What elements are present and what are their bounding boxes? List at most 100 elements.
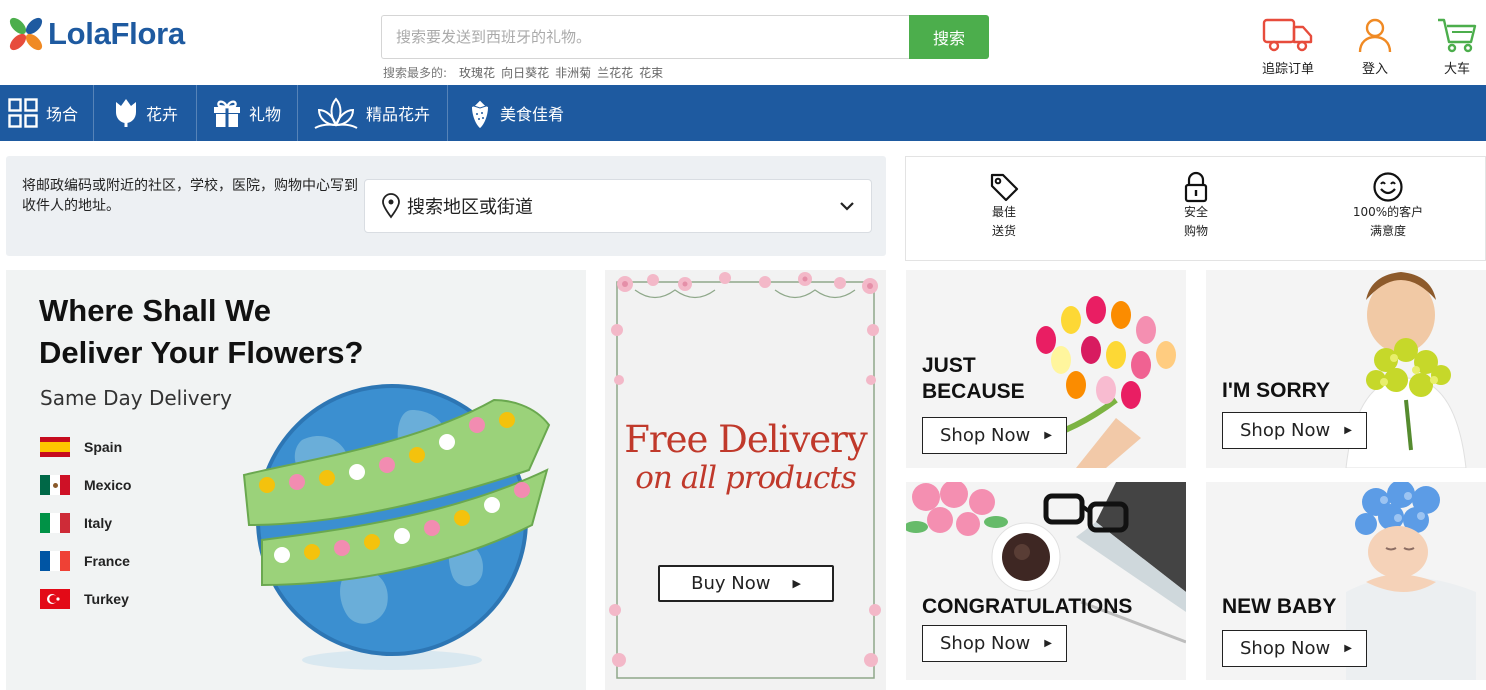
shop-now-label: Shop Now (940, 633, 1031, 654)
badge-line: 最佳 (991, 205, 1016, 219)
nav-item-gifts[interactable]: 礼物 (197, 85, 298, 141)
tile-new-baby[interactable]: NEW BABY Shop Now ▶ (1206, 482, 1486, 680)
tile-just-because[interactable]: JUST BECAUSE Shop Now ▶ (906, 270, 1186, 468)
badge-line: 100%的客户 (1352, 205, 1424, 219)
shop-now-label: Shop Now (940, 425, 1031, 446)
popular-link[interactable]: 向日葵花 (501, 64, 549, 81)
tile-title: I'M SORRY (1222, 379, 1331, 402)
country-label: Mexico (84, 477, 132, 493)
address-hint: 将邮政编码或附近的社区，学校，医院，购物中心写到收件人的地址。 (22, 178, 358, 214)
country-label: Turkey (84, 591, 129, 607)
country-label: Italy (84, 515, 113, 531)
track-order-button[interactable]: 追踪订单 (1262, 16, 1314, 77)
banner-subtitle: Same Day Delivery (40, 386, 232, 410)
nav-item-occasions[interactable]: 场合 (0, 85, 94, 141)
banner-title: Where Shall We Deliver Your Flowers? (39, 290, 363, 374)
popular-link[interactable]: 玫瑰花 (459, 64, 495, 81)
smiley-icon (1373, 172, 1403, 202)
strawberry-icon (472, 99, 488, 128)
shop-now-label: Shop Now (1240, 420, 1331, 441)
country-label: France (84, 553, 130, 569)
shop-now-button[interactable]: Shop Now ▶ (922, 625, 1067, 662)
play-arrow-icon: ▶ (792, 577, 801, 590)
lotus-icon (314, 97, 358, 129)
spain-flag-icon (40, 437, 70, 457)
main-nav: 场合 花卉 礼物 精品花卉 美食佳肴 (0, 85, 1486, 141)
nav-label: 礼物 (249, 105, 282, 124)
free-delivery-banner[interactable]: Free Delivery on all products Buy Now ▶ (605, 270, 886, 690)
track-order-label: 追踪订单 (1262, 62, 1315, 77)
shop-now-button[interactable]: Shop Now ▶ (1222, 412, 1367, 449)
login-label: 登入 (1361, 62, 1388, 77)
nav-label: 美食佳肴 (500, 105, 565, 124)
free-delivery-title: Free Delivery (624, 418, 868, 461)
grid-icon (8, 98, 38, 128)
logo[interactable]: LolaFlora (6, 14, 185, 54)
shop-now-button[interactable]: Shop Now ▶ (1222, 630, 1367, 667)
tile-im-sorry[interactable]: I'M SORRY Shop Now ▶ (1206, 270, 1486, 468)
trust-badges: 最佳 送货 安全 购物 100%的客户 满意度 (905, 156, 1486, 261)
nav-item-premium-flowers[interactable]: 精品花卉 (298, 85, 448, 141)
gift-icon (214, 100, 240, 127)
popular-link[interactable]: 花束 (639, 64, 663, 81)
location-pin-icon (382, 193, 400, 219)
country-italy: Italy (40, 513, 112, 533)
login-button[interactable]: 登入 (1356, 16, 1394, 77)
nav-label: 花卉 (146, 105, 179, 124)
free-delivery-subtitle: on all products (635, 460, 857, 496)
tile-title: NEW BABY (1222, 595, 1337, 618)
nav-item-flowers[interactable]: 花卉 (94, 85, 197, 141)
play-arrow-icon: ▶ (1344, 425, 1352, 436)
tile-congratulations[interactable]: CONGRATULATIONS Shop Now ▶ (906, 482, 1186, 680)
mexico-flag-icon (40, 475, 70, 495)
user-icon (1358, 18, 1392, 53)
search-bar: 搜索 (381, 15, 989, 59)
badge-line: 满意度 (1369, 224, 1406, 238)
popular-searches: 搜索最多的: 玫瑰花 向日葵花 非洲菊 兰花花 花束 (383, 64, 663, 81)
shop-now-button[interactable]: Shop Now ▶ (922, 417, 1067, 454)
play-arrow-icon: ▶ (1044, 638, 1052, 649)
tile-title-line: BECAUSE (922, 380, 1025, 403)
tile-title: CONGRATULATIONS (922, 595, 1133, 618)
play-arrow-icon: ▶ (1344, 643, 1352, 654)
search-button[interactable]: 搜索 (909, 15, 989, 59)
address-search-panel: 将邮政编码或附近的社区，学校，医院，购物中心写到收件人的地址。 搜索地区或街道 (6, 156, 886, 256)
lock-icon (1184, 171, 1208, 203)
nav-label: 场合 (46, 105, 79, 124)
popular-link[interactable]: 非洲菊 (555, 64, 591, 81)
search-input[interactable] (381, 15, 909, 59)
logo-icon (9, 17, 43, 51)
cart-button[interactable]: 大车 (1436, 16, 1478, 77)
turkey-flag-icon (40, 589, 70, 609)
nav-label: 精品花卉 (366, 105, 431, 124)
tulip-icon (116, 99, 136, 127)
address-select[interactable]: 搜索地区或街道 (364, 179, 872, 233)
badge-best-delivery: 最佳 送货 (944, 171, 1064, 241)
popular-link[interactable]: 兰花花 (597, 64, 633, 81)
tile-title: JUST BECAUSE (922, 353, 1025, 405)
badge-satisfaction: 100%的客户 满意度 (1328, 171, 1448, 241)
delivery-countries-banner[interactable]: Where Shall We Deliver Your Flowers? Sam… (6, 270, 586, 690)
badge-secure-shopping: 安全 购物 (1136, 171, 1256, 241)
play-arrow-icon: ▶ (1044, 430, 1052, 441)
badge-line: 购物 (1183, 224, 1208, 238)
tag-icon (990, 173, 1019, 202)
banner-title-line: Deliver Your Flowers? (39, 335, 364, 370)
chevron-down-icon (840, 202, 854, 211)
shop-now-label: Shop Now (1240, 638, 1331, 659)
globe-illustration (242, 384, 551, 670)
country-turkey: Turkey (40, 589, 129, 609)
popular-label: 搜索最多的: (383, 66, 448, 80)
nav-item-gourmet[interactable]: 美食佳肴 (448, 85, 582, 141)
country-label: Spain (84, 439, 123, 455)
buy-now-label: Buy Now (691, 573, 771, 594)
country-spain: Spain (40, 437, 122, 457)
logo-text: LolaFlora (48, 16, 185, 51)
tile-title-line: JUST (922, 354, 976, 377)
buy-now-button[interactable]: Buy Now ▶ (658, 565, 834, 602)
address-select-label: 搜索地区或街道 (407, 197, 533, 218)
site-header: LolaFlora 搜索 搜索最多的: 玫瑰花 向日葵花 非洲菊 兰花花 花束 … (0, 0, 1486, 85)
banner-title-line: Where Shall We (39, 293, 271, 328)
italy-flag-icon (40, 513, 70, 533)
badge-line: 安全 (1183, 205, 1208, 219)
